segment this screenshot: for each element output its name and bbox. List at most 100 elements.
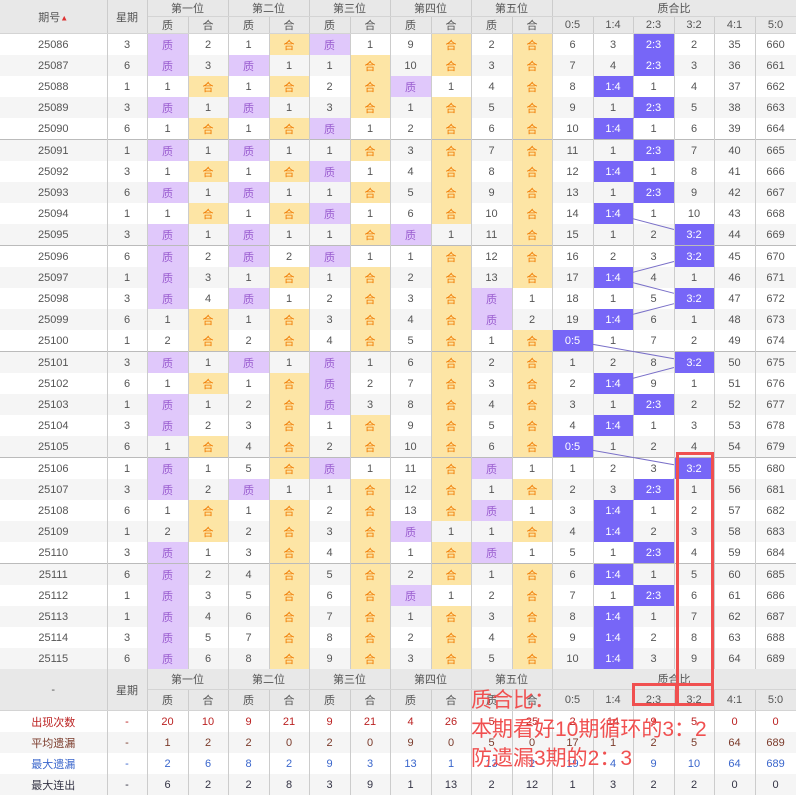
position-cell: 8 <box>309 627 350 648</box>
stat-weekday: - <box>107 753 147 774</box>
ratio-cell: 4 <box>674 542 714 564</box>
ratio-hit-cell: 1:4 <box>593 606 633 627</box>
position-cell: 1 <box>188 458 228 480</box>
zhi-hit-cell: 质 <box>309 118 350 140</box>
ratio-cell: 56 <box>714 479 755 500</box>
position-cell: 11 <box>471 224 512 246</box>
zhi-hit-cell: 质 <box>228 224 269 246</box>
he-hit-cell: 合 <box>512 627 552 648</box>
ratio-hit-cell: 0:5 <box>552 436 593 458</box>
weekday-cell: 1 <box>107 458 147 480</box>
weekday-cell: 1 <box>107 394 147 415</box>
ratio-cell: 50 <box>714 352 755 374</box>
position-cell: 4 <box>390 309 431 330</box>
issue-cell: 25091 <box>0 140 107 162</box>
position-cell: 6 <box>471 436 512 458</box>
stat-value: 9 <box>633 753 674 774</box>
he-hit-cell: 合 <box>512 479 552 500</box>
position-cell: 2 <box>309 500 350 521</box>
stat-value: 0 <box>269 732 309 753</box>
issue-label: 期号 <box>38 12 60 24</box>
stat-value: 689 <box>755 753 796 774</box>
ratio-cell: 668 <box>755 203 796 224</box>
stat-value: 26 <box>431 711 471 733</box>
position-cell: 2 <box>471 352 512 374</box>
weekday-cell: 6 <box>107 118 147 140</box>
position-cell: 8 <box>228 648 269 669</box>
he-hit-cell: 合 <box>431 161 471 182</box>
ratio-cell: 664 <box>755 118 796 140</box>
ratio-cell: 2 <box>552 373 593 394</box>
ratio-cell: 673 <box>755 309 796 330</box>
issue-cell: 25094 <box>0 203 107 224</box>
position-cell: 1 <box>188 352 228 374</box>
position-cell: 12 <box>390 479 431 500</box>
position-cell: 1 <box>228 500 269 521</box>
weekday-cell: 1 <box>107 330 147 352</box>
ratio-cell: 5 <box>674 97 714 118</box>
table-row: 250876质3质11合10合3合742:3336661 <box>0 55 796 76</box>
zhi-hit-cell: 质 <box>147 55 188 76</box>
zhi-hit-cell: 质 <box>147 415 188 436</box>
ratio-cell: 3 <box>633 458 674 480</box>
weekday-cell: 6 <box>107 436 147 458</box>
ratio-cell: 7 <box>552 585 593 606</box>
position-cell: 13 <box>390 500 431 521</box>
position-cell: 3 <box>188 585 228 606</box>
ratio-cell: 15 <box>552 224 593 246</box>
ratio-cell: 4 <box>674 76 714 97</box>
issue-cell: 25097 <box>0 267 107 288</box>
stat-value: 1 <box>147 732 188 753</box>
he-hit-cell: 合 <box>512 415 552 436</box>
position-cell: 3 <box>188 267 228 288</box>
position-cell: 1 <box>269 182 309 203</box>
ratio-cell: 685 <box>755 564 796 586</box>
footer-position-header-5: 第五位 <box>471 669 552 690</box>
position-cell: 1 <box>350 34 390 56</box>
ratio-hit-cell: 1:4 <box>593 76 633 97</box>
footer-ratio-header: 质合比 <box>552 669 796 690</box>
he-hit-cell: 合 <box>350 521 390 542</box>
he-hit-cell: 合 <box>269 34 309 56</box>
stat-value: 689 <box>755 732 796 753</box>
ratio-cell: 687 <box>755 606 796 627</box>
position-cell: 1 <box>269 479 309 500</box>
zhi-subheader: 质 <box>147 17 188 34</box>
position-cell: 1 <box>269 97 309 118</box>
sort-icon[interactable]: ▲ <box>60 13 68 22</box>
position-cell: 1 <box>471 564 512 586</box>
position-cell: 1 <box>350 246 390 268</box>
position-cell: 7 <box>390 373 431 394</box>
he-hit-cell: 合 <box>188 309 228 330</box>
zhi-hit-cell: 质 <box>471 458 512 480</box>
position-cell: 10 <box>390 55 431 76</box>
issue-cell: 25087 <box>0 55 107 76</box>
position-cell: 6 <box>309 585 350 606</box>
table-row: 250953质1质11合质111合15123:244669 <box>0 224 796 246</box>
he-hit-cell: 合 <box>431 203 471 224</box>
he-hit-cell: 合 <box>431 97 471 118</box>
ratio-cell: 1 <box>593 97 633 118</box>
he-subheader: 合 <box>431 690 471 711</box>
he-subheader: 合 <box>269 690 309 711</box>
position-cell: 1 <box>188 224 228 246</box>
ratio-cell: 2 <box>633 436 674 458</box>
issue-column-header[interactable]: 期号▲ <box>0 0 107 34</box>
stat-value: 17 <box>552 732 593 753</box>
zhi-hit-cell: 质 <box>147 542 188 564</box>
position-cell: 1 <box>350 118 390 140</box>
ratio-cell: 49 <box>714 330 755 352</box>
ratio-subheader-1-4: 1:4 <box>593 690 633 711</box>
issue-cell: 25090 <box>0 118 107 140</box>
ratio-cell: 1 <box>593 542 633 564</box>
he-hit-cell: 合 <box>350 415 390 436</box>
position-cell: 1 <box>309 267 350 288</box>
he-hit-cell: 合 <box>350 182 390 203</box>
ratio-cell: 64 <box>714 648 755 669</box>
table-row: 2510261合1合质27合3合21:49151676 <box>0 373 796 394</box>
zhi-subheader: 质 <box>471 690 512 711</box>
position-cell: 4 <box>188 606 228 627</box>
he-hit-cell: 合 <box>512 330 552 352</box>
weekday-cell: 6 <box>107 500 147 521</box>
table-row: 250983质4质12合3合质118153:247672 <box>0 288 796 309</box>
